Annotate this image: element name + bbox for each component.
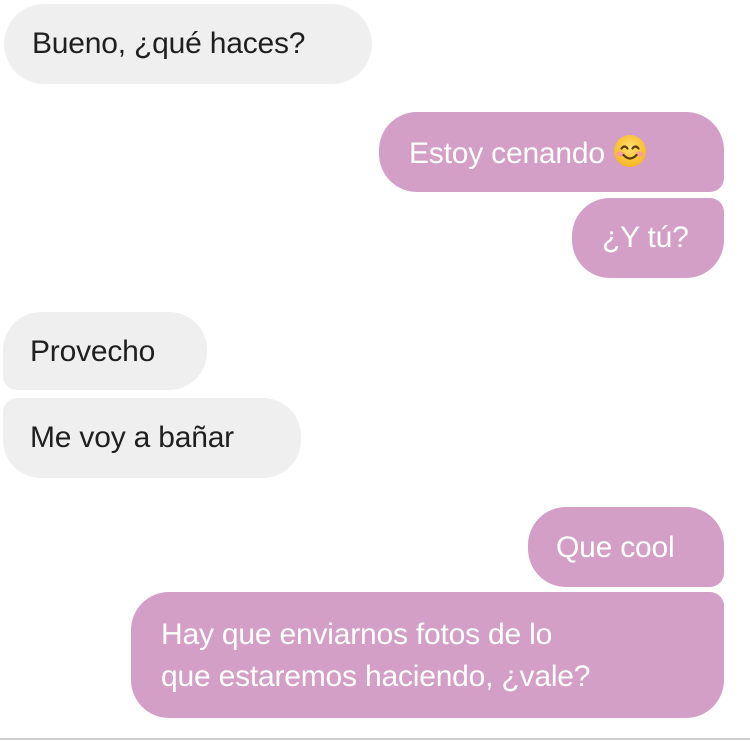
sent-message-bubble[interactable]: Hay que enviarnos fotos de lo que estare… xyxy=(131,592,724,718)
message-text: ¿Y tú? xyxy=(602,221,689,254)
sent-message-bubble[interactable]: Que cool xyxy=(528,507,724,587)
message-text: Bueno, ¿qué haces? xyxy=(32,27,306,60)
message-text: Provecho xyxy=(30,335,156,368)
smiling-face-with-smiling-eyes-icon xyxy=(613,134,647,168)
message-text-line-1: Hay que enviarnos fotos de lo xyxy=(161,618,553,651)
received-message-bubble[interactable]: Me voy a bañar xyxy=(3,398,301,478)
message-text: Me voy a bañar xyxy=(30,421,234,454)
received-message-bubble[interactable]: Bueno, ¿qué haces? xyxy=(4,4,372,84)
message-text: Que cool xyxy=(556,531,675,564)
divider xyxy=(0,738,750,740)
message-text: Estoy cenando xyxy=(409,137,605,170)
sent-message-bubble[interactable]: Estoy cenando xyxy=(379,112,724,192)
received-message-bubble[interactable]: Provecho xyxy=(3,312,207,390)
message-text-line-2: que estaremos haciendo, ¿vale? xyxy=(161,660,591,693)
chat-conversation: Bueno, ¿qué haces? Estoy cenando ¿Y tú? xyxy=(0,0,750,750)
sent-message-bubble[interactable]: ¿Y tú? xyxy=(572,198,724,278)
